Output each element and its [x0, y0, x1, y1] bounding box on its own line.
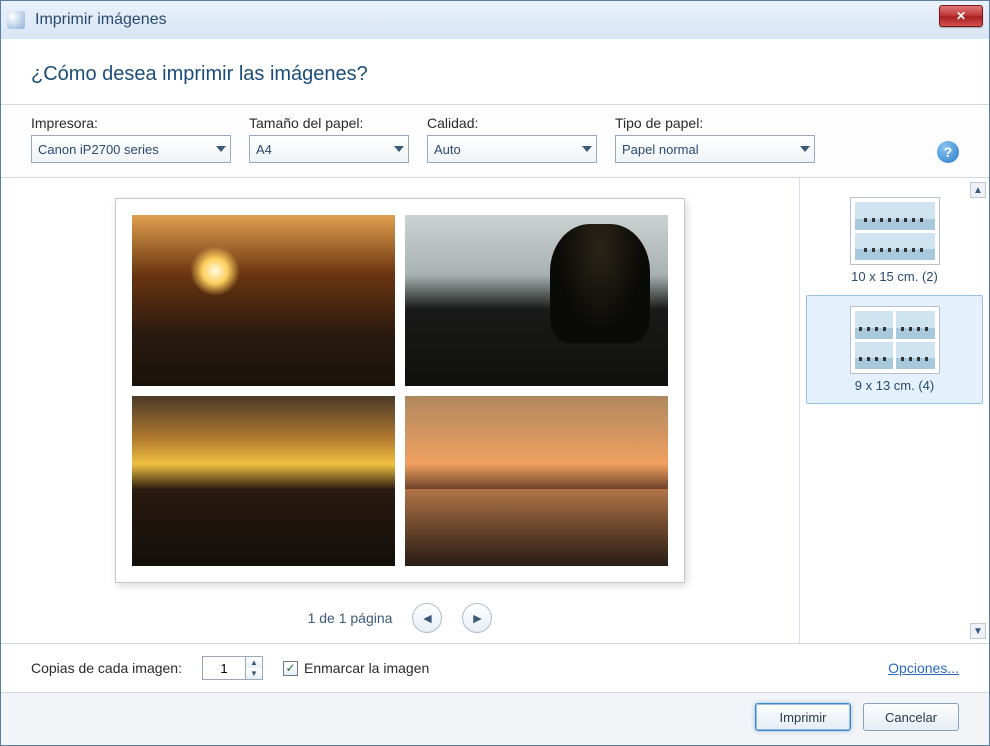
paper-type-value: Papel normal: [622, 142, 699, 157]
action-bar: Imprimir Cancelar: [1, 692, 989, 745]
layout-template-label: 10 x 15 cm. (2): [851, 269, 938, 284]
pager-text: 1 de 1 página: [308, 610, 393, 626]
copies-input[interactable]: [203, 657, 245, 679]
layout-template-icon: [850, 306, 940, 374]
triangle-left-icon: ◄: [420, 610, 434, 626]
prev-page-button[interactable]: ◄: [412, 603, 442, 633]
main-area: 1 de 1 página ◄ ► ▲ 10 x 15 cm. (2) 9 x 1…: [1, 178, 989, 643]
quality-group: Calidad: Auto: [427, 115, 597, 163]
layout-template-item[interactable]: 9 x 13 cm. (4): [806, 295, 983, 404]
options-link[interactable]: Opciones...: [888, 660, 959, 676]
copies-up-button[interactable]: ▲: [246, 657, 262, 668]
app-icon: [7, 11, 25, 29]
printer-label: Impresora:: [31, 115, 231, 131]
print-pictures-dialog: Imprimir imágenes ✕ ¿Cómo desea imprimir…: [0, 0, 990, 746]
pager: 1 de 1 página ◄ ►: [308, 603, 493, 633]
quality-value: Auto: [434, 142, 461, 157]
printer-group: Impresora: Canon iP2700 series: [31, 115, 231, 163]
chevron-down-icon: [800, 146, 810, 152]
photo-thumbnail: [132, 215, 395, 386]
bottom-bar: Copias de cada imagen: ▲ ▼ ✓ Enmarcar la…: [1, 643, 989, 692]
titlebar: Imprimir imágenes ✕: [1, 1, 989, 39]
close-icon: ✕: [956, 9, 966, 23]
paper-size-value: A4: [256, 142, 272, 157]
window-title: Imprimir imágenes: [35, 11, 167, 29]
layout-template-item[interactable]: 10 x 15 cm. (2): [806, 186, 983, 295]
printer-value: Canon iP2700 series: [38, 142, 159, 157]
paper-type-combobox[interactable]: Papel normal: [615, 135, 815, 163]
chevron-down-icon: [582, 146, 592, 152]
layout-template-pane: ▲ 10 x 15 cm. (2) 9 x 13 cm. (4) ▼: [799, 178, 989, 643]
chevron-down-icon: [216, 146, 226, 152]
help-icon[interactable]: ?: [937, 141, 959, 163]
fit-frame-checkbox[interactable]: ✓: [283, 661, 298, 676]
cancel-button[interactable]: Cancelar: [863, 703, 959, 731]
scroll-down-button[interactable]: ▼: [970, 623, 986, 639]
copies-label: Copias de cada imagen:: [31, 660, 182, 676]
paper-size-label: Tamaño del papel:: [249, 115, 409, 131]
copies-down-button[interactable]: ▼: [246, 668, 262, 679]
next-page-button[interactable]: ►: [462, 603, 492, 633]
preview-pane: 1 de 1 página ◄ ►: [1, 178, 799, 643]
layout-template-label: 9 x 13 cm. (4): [855, 378, 934, 393]
print-button[interactable]: Imprimir: [755, 703, 851, 731]
printer-combobox[interactable]: Canon iP2700 series: [31, 135, 231, 163]
paper-size-combobox[interactable]: A4: [249, 135, 409, 163]
print-options-bar: Impresora: Canon iP2700 series Tamaño de…: [1, 104, 989, 178]
photo-thumbnail: [405, 396, 668, 567]
triangle-right-icon: ►: [470, 610, 484, 626]
chevron-down-icon: [394, 146, 404, 152]
quality-label: Calidad:: [427, 115, 597, 131]
paper-size-group: Tamaño del papel: A4: [249, 115, 409, 163]
quality-combobox[interactable]: Auto: [427, 135, 597, 163]
close-button[interactable]: ✕: [939, 5, 983, 27]
page-heading: ¿Cómo desea imprimir las imágenes?: [1, 39, 989, 104]
paper-type-label: Tipo de papel:: [615, 115, 815, 131]
fit-frame-label: Enmarcar la imagen: [304, 660, 429, 676]
paper-type-group: Tipo de papel: Papel normal: [615, 115, 815, 163]
photo-thumbnail: [405, 215, 668, 386]
copies-spinner[interactable]: ▲ ▼: [202, 656, 263, 680]
photo-thumbnail: [132, 396, 395, 567]
scroll-up-button[interactable]: ▲: [970, 182, 986, 198]
page-preview: [115, 198, 685, 583]
layout-template-icon: [850, 197, 940, 265]
